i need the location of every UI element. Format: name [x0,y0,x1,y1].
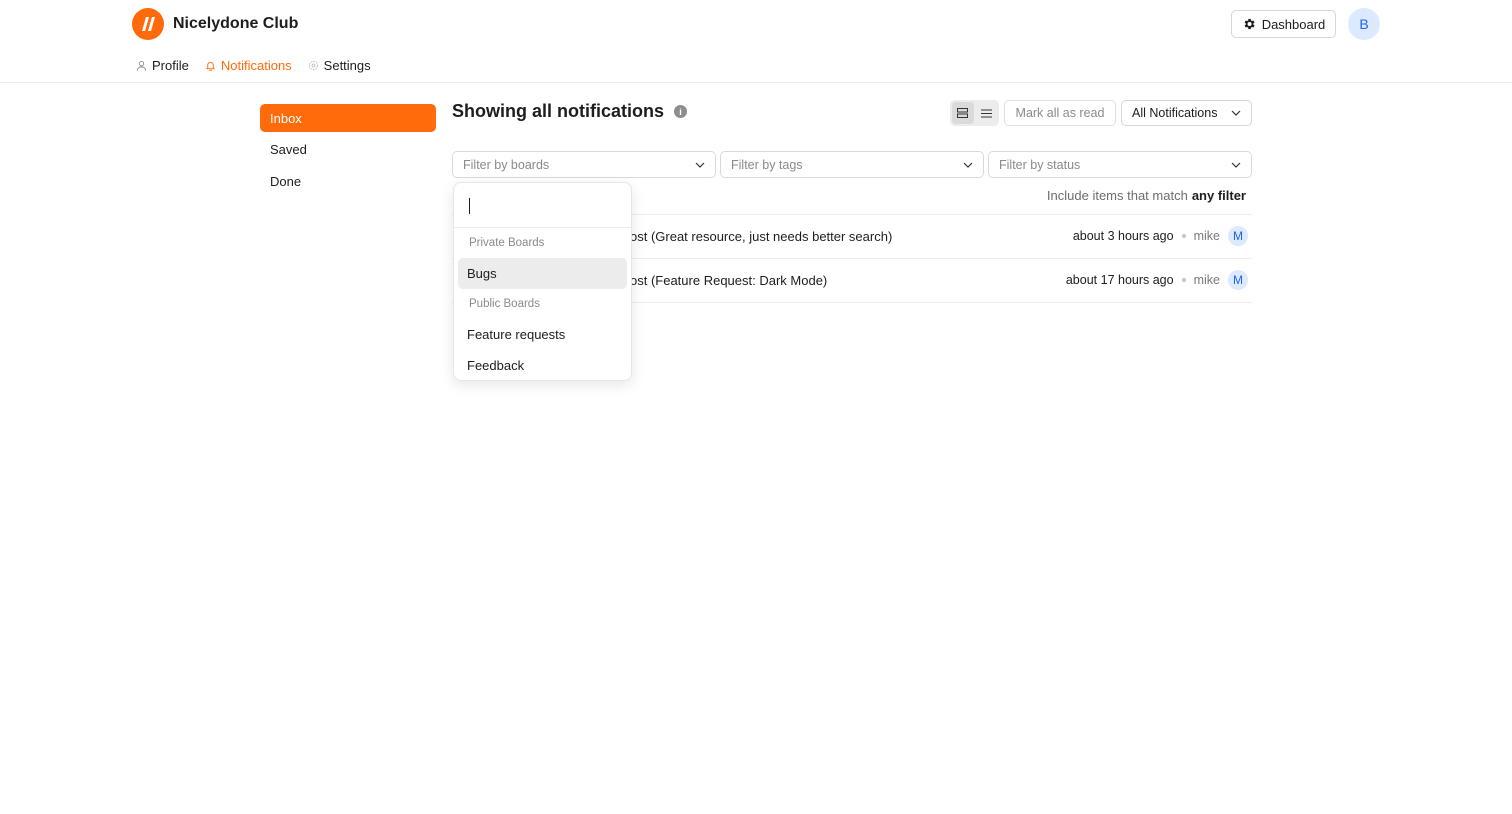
sidebar-item-saved[interactable]: Saved [260,136,436,164]
nav-notifications[interactable]: Notifications [205,58,292,73]
notification-text: ost (Great resource, just needs better s… [630,229,893,244]
chevron-down-icon [695,162,705,168]
nav-settings[interactable]: Settings [308,58,371,73]
gear-icon [1244,18,1255,30]
page-title-wrap: Showing all notifications i [452,101,688,122]
dropdown-option-bugs[interactable]: Bugs [458,258,627,289]
notification-user: mike [1193,229,1220,243]
view-toggle [950,100,999,126]
brand[interactable]: Nicelydone Club [132,8,298,40]
include-match: Include items that match any filter [1046,188,1246,203]
filter-tags-select[interactable]: Filter by tags [720,151,984,178]
dropdown-group-label: Public Boards [469,298,540,310]
cards-view-button[interactable] [952,102,974,124]
filter-status-select[interactable]: Filter by status [988,151,1252,178]
notification-time: about 3 hours ago [1072,229,1174,243]
dashboard-label: Dashboard [1261,16,1326,32]
include-mode-toggle[interactable]: any filter [1192,188,1246,203]
sidebar-item-done[interactable]: Done [260,167,436,195]
page-title: Showing all notifications [452,101,665,121]
nav-profile[interactable]: Profile [136,58,189,73]
notification-text: ost (Feature Request: Dark Mode) [630,273,828,288]
separator-dot [1181,234,1186,238]
top-nav: Profile Notifications Settings [136,58,371,73]
dropdown-option-feedback[interactable]: Feedback [458,350,627,381]
info-icon[interactable]: i [674,105,688,118]
list-view-icon [980,109,992,117]
bell-icon [205,61,216,71]
sidebar-item-inbox[interactable]: Inbox [260,104,436,132]
text-caret [469,198,470,214]
user-avatar: M [1228,226,1248,246]
dropdown-search [454,183,631,228]
logo-icon [132,8,164,40]
dashboard-button[interactable]: Dashboard [1231,10,1336,38]
user-avatar: M [1228,270,1248,290]
boards-dropdown: Private Boards Bugs Public Boards Featur… [453,182,632,381]
list-view-button[interactable] [976,102,998,124]
cards-view-icon [957,108,969,118]
chevron-down-icon [1231,162,1241,168]
user-icon [136,61,147,71]
gear-icon [308,60,318,71]
chevron-down-icon [963,162,973,168]
separator-dot [1181,278,1186,282]
dropdown-option-feature-requests[interactable]: Feature requests [458,319,627,350]
board-search-input[interactable] [468,195,618,217]
top-bar: Nicelydone Club Dashboard B Profile Noti… [0,0,1512,83]
mark-all-read-button[interactable]: Mark all as read [1004,100,1116,126]
notification-user: mike [1193,273,1220,287]
filter-boards-select[interactable]: Filter by boards [452,151,716,178]
chevron-down-icon [1231,110,1241,116]
brand-name: Nicelydone Club [173,15,299,32]
all-notifications-select[interactable]: All Notifications [1121,100,1252,126]
dropdown-group-label: Private Boards [469,237,545,249]
sidebar: Inbox Saved Done [260,104,436,199]
notification-time: about 17 hours ago [1065,273,1174,287]
user-avatar[interactable]: B [1348,8,1380,40]
